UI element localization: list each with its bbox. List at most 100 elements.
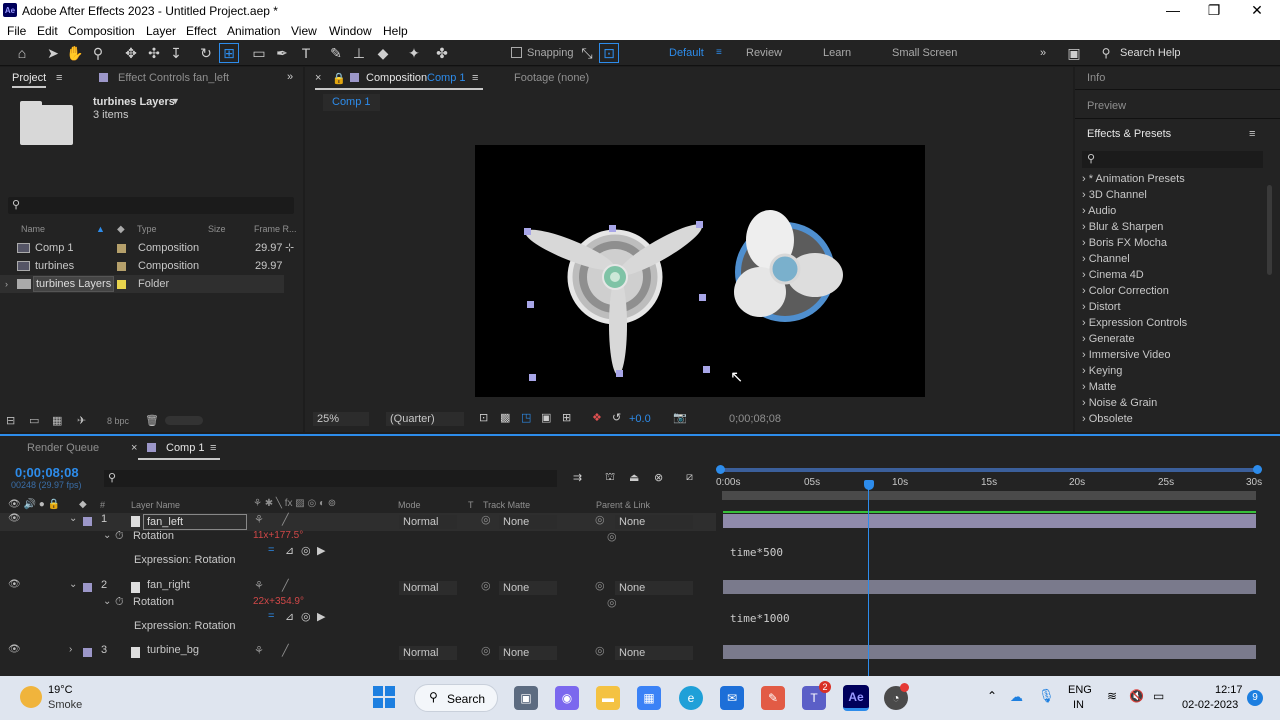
playhead-handle[interactable]: [864, 480, 875, 490]
effect-category[interactable]: › Distort: [1082, 301, 1121, 313]
region-of-interest-icon[interactable]: ⊡: [479, 411, 488, 424]
dolly-tool-icon[interactable]: ↧: [167, 44, 185, 62]
blend-mode-dropdown[interactable]: Normal: [399, 646, 457, 660]
effects-presets-title[interactable]: Effects & Presets: [1087, 128, 1171, 140]
clock-time[interactable]: 12:17: [1215, 684, 1243, 696]
battery-icon[interactable]: ▭: [1153, 689, 1164, 703]
col-layer-name[interactable]: Layer Name: [131, 500, 180, 510]
time-ruler[interactable]: 0:00s 05s 10s 15s 20s 25s 30s: [716, 464, 1264, 502]
effect-category[interactable]: › Color Correction: [1082, 285, 1169, 297]
close-button[interactable]: ✕: [1247, 2, 1267, 19]
quality-switch-icon[interactable]: ╱: [282, 644, 289, 657]
menu-window[interactable]: Window: [329, 24, 372, 38]
channel-icon[interactable]: ❖: [592, 411, 602, 424]
effect-category[interactable]: › Boris FX Mocha: [1082, 237, 1167, 249]
selection-tool-icon[interactable]: ➤: [44, 44, 62, 62]
search-help-icon[interactable]: ⚲: [1097, 44, 1115, 62]
menu-view[interactable]: View: [291, 24, 317, 38]
property-pickwhip-icon[interactable]: ◎: [607, 530, 617, 543]
tab-timeline-comp[interactable]: Comp 1: [166, 442, 205, 454]
quality-switch-icon[interactable]: ╱: [282, 579, 289, 592]
roto-brush-tool-icon[interactable]: ✦: [405, 44, 423, 62]
col-t[interactable]: T: [468, 500, 474, 510]
project-item-comp1[interactable]: Comp 1 Composition 29.97 ⊹: [0, 239, 303, 257]
parent-pickwhip-icon[interactable]: ◎: [595, 513, 605, 526]
brush-tool-icon[interactable]: ✎: [327, 44, 345, 62]
effect-category[interactable]: › Audio: [1082, 205, 1116, 217]
rotation-value[interactable]: 22x+354.9°: [253, 596, 304, 607]
pen-tool-icon[interactable]: ✒: [273, 44, 291, 62]
trash-icon[interactable]: 🗑: [145, 414, 159, 427]
expand-arrow-icon[interactable]: ›: [5, 275, 8, 293]
chevron-up-icon[interactable]: ⌃: [987, 689, 997, 703]
pickwhip-icon[interactable]: ◎: [301, 544, 311, 557]
track-matte-pickwhip-icon[interactable]: ◎: [481, 579, 491, 592]
project-menu-icon[interactable]: ≡: [56, 72, 62, 84]
comp-mini-flowchart-icon[interactable]: ⇉: [573, 471, 582, 484]
eye-icon[interactable]: 👁: [8, 644, 21, 655]
expression-row-2[interactable]: Expression: Rotation: [0, 620, 716, 638]
shy-switch-icon[interactable]: ⚘: [254, 644, 264, 657]
taskbar-search[interactable]: ⚲ Search: [414, 684, 498, 712]
orbit-tool-icon[interactable]: ✥: [122, 44, 140, 62]
blend-mode-dropdown[interactable]: Normal: [399, 515, 457, 529]
weather-desc[interactable]: Smoke: [48, 699, 82, 711]
parent-dropdown[interactable]: None: [615, 515, 693, 529]
work-area-end-handle[interactable]: [1253, 465, 1262, 474]
tab-render-queue[interactable]: Render Queue: [27, 442, 99, 454]
tab-composition-name[interactable]: Comp 1: [427, 72, 466, 84]
adjust-project-settings-icon[interactable]: ✈: [77, 414, 86, 427]
frame-blending-icon[interactable]: ⊗: [654, 471, 663, 484]
rotation-row-2[interactable]: ⌄ ⏱ Rotation 22x+354.9° ◎: [0, 596, 716, 614]
language-in[interactable]: IN: [1073, 699, 1084, 711]
tab-project[interactable]: Project: [12, 72, 47, 88]
mask-visibility-icon[interactable]: ◳: [521, 411, 531, 424]
track-matte-dropdown[interactable]: None: [499, 515, 557, 529]
guides-icon[interactable]: ▣: [541, 411, 551, 424]
workspace-small-screen[interactable]: Small Screen: [892, 47, 957, 59]
microphone-icon[interactable]: 🎙: [1038, 688, 1055, 704]
layer-name[interactable]: fan_left: [143, 514, 247, 530]
workspace-review[interactable]: Review: [746, 47, 782, 59]
col-size[interactable]: Size: [208, 224, 226, 234]
transparency-grid-icon[interactable]: ▩: [500, 411, 510, 424]
reset-exposure-icon[interactable]: ↺: [612, 411, 621, 424]
shy-layers-icon[interactable]: ⏏: [629, 471, 639, 484]
tab-composition-label[interactable]: Composition: [366, 72, 427, 84]
new-folder-icon[interactable]: ▭: [29, 414, 39, 427]
work-area-bar[interactable]: [721, 468, 1257, 472]
expand-panels-icon[interactable]: »: [287, 71, 293, 83]
collapse-arrow-icon[interactable]: ⌄: [69, 513, 77, 524]
close-tab-icon[interactable]: ×: [315, 72, 321, 84]
layer-bar-3[interactable]: [723, 645, 1256, 659]
sort-ascending-icon[interactable]: ▲: [96, 224, 105, 234]
effects-scrollbar[interactable]: [1267, 185, 1272, 275]
effect-category[interactable]: › Obsolete: [1082, 413, 1133, 425]
effect-category[interactable]: › Matte: [1082, 381, 1116, 393]
graph-icon[interactable]: ⊿: [285, 610, 294, 623]
expression-text-2[interactable]: time*1000: [730, 612, 790, 625]
draft-3d-icon[interactable]: ⛫: [605, 471, 615, 485]
panel-toggle-icon[interactable]: ▣: [1065, 44, 1083, 62]
search-help-input[interactable]: Search Help: [1120, 47, 1181, 59]
stopwatch-icon[interactable]: ⏱: [115, 530, 124, 543]
hand-tool-icon[interactable]: ✋: [66, 44, 84, 62]
snapping-checkbox[interactable]: [511, 47, 522, 58]
parent-pickwhip-icon[interactable]: ◎: [595, 579, 605, 592]
language-eng[interactable]: ENG: [1068, 684, 1092, 696]
graph-editor-icon[interactable]: ⧄: [686, 471, 693, 484]
weather-temp[interactable]: 19°C: [48, 684, 73, 696]
comp-viewer-canvas[interactable]: [475, 145, 925, 397]
shy-switch-icon[interactable]: ⚘: [254, 513, 264, 526]
expression-toggle-icon[interactable]: =: [268, 544, 274, 556]
after-effects-taskbar-icon[interactable]: Ae: [843, 685, 869, 711]
pan-tool-icon[interactable]: ✣: [145, 44, 163, 62]
effects-search-input[interactable]: [1082, 151, 1263, 168]
file-explorer-icon[interactable]: ▬: [596, 686, 620, 710]
effect-category[interactable]: › Cinema 4D: [1082, 269, 1144, 281]
volume-icon[interactable]: 🔇: [1129, 689, 1144, 703]
project-search-input[interactable]: [8, 197, 294, 214]
expression-row-1[interactable]: Expression: Rotation: [0, 554, 716, 572]
rotation-value[interactable]: 11x+177.5°: [253, 530, 303, 541]
track-matte-dropdown[interactable]: None: [499, 581, 557, 595]
